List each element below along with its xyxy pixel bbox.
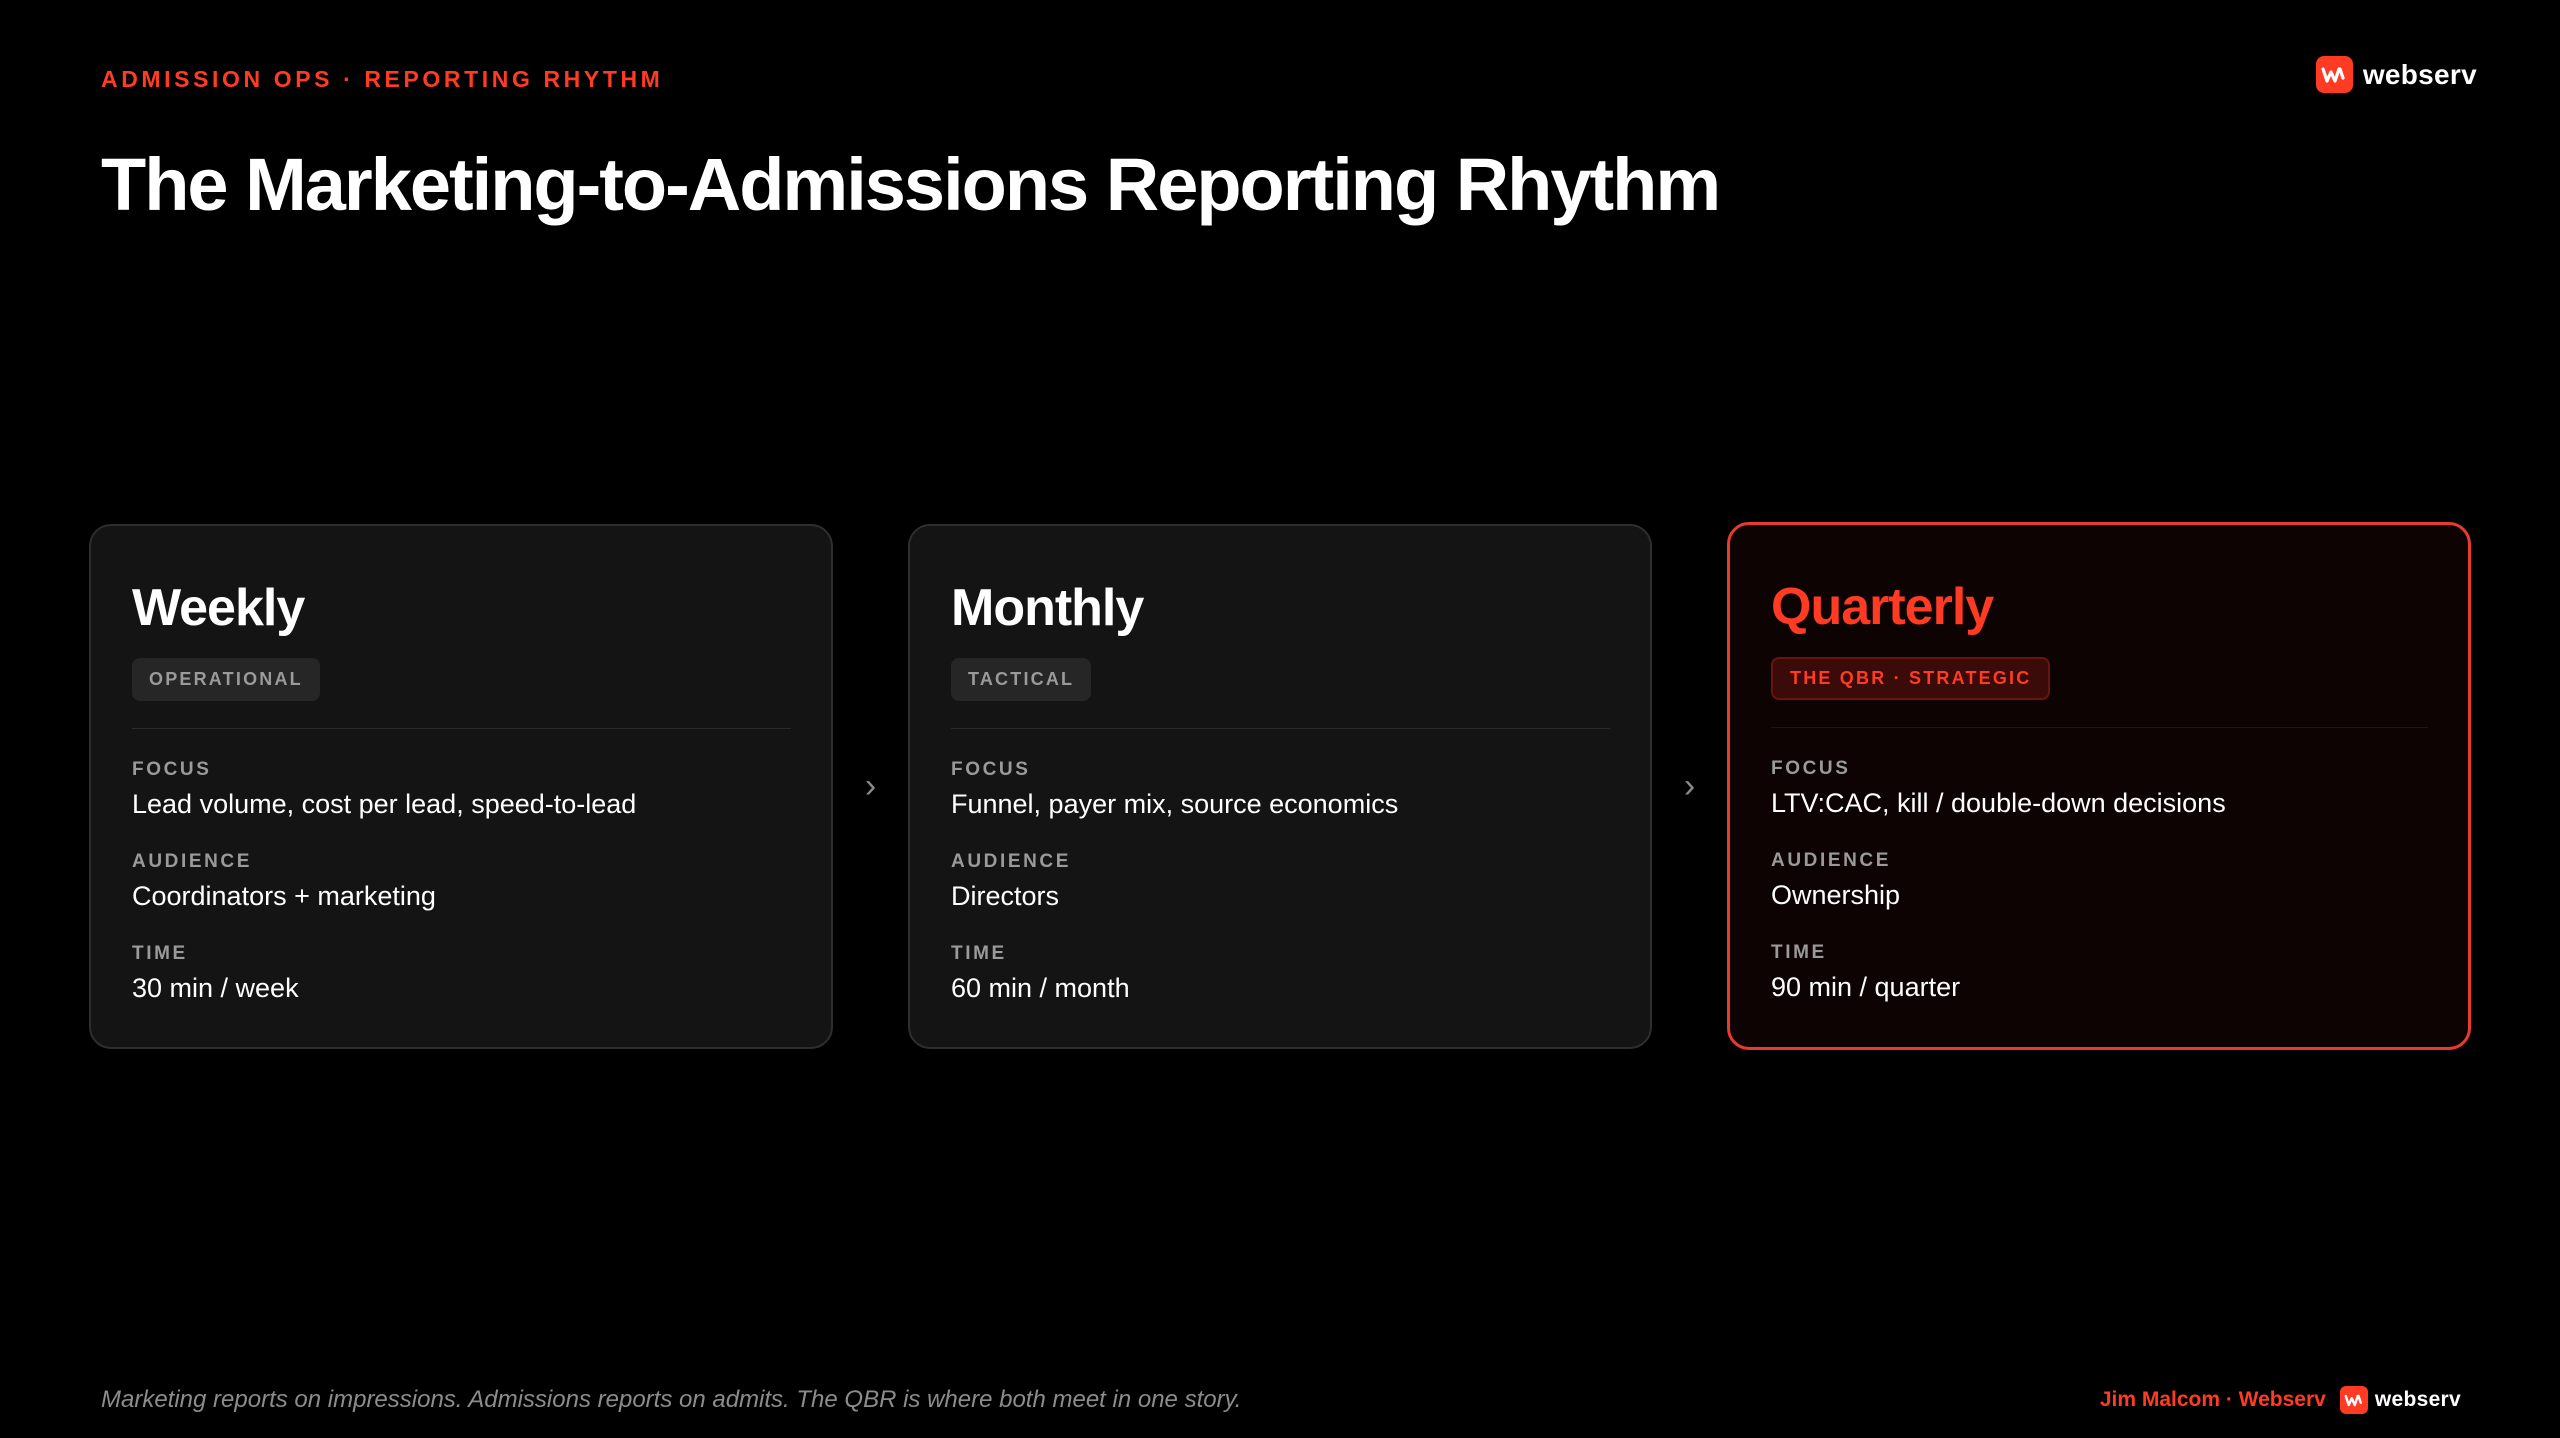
audience-label: AUDIENCE [951, 850, 1072, 872]
divider [132, 727, 791, 729]
rhythm-cards: Weekly OPERATIONAL FOCUS Lead volume, co… [89, 522, 2471, 1050]
audience-value: Ownership [1771, 880, 1901, 910]
footer-brand-name: webserv [2374, 1388, 2461, 1411]
audience-label: AUDIENCE [1771, 850, 1892, 871]
footer-logo: webserv [2339, 1386, 2461, 1414]
time-value: 60 min / month [951, 972, 1130, 1003]
brand-logo: webserv [2315, 56, 2477, 93]
card-weekly: Weekly OPERATIONAL FOCUS Lead volume, co… [89, 523, 833, 1049]
focus-value: Funnel, payer mix, source economics [951, 788, 1399, 819]
webserv-logo-icon [2315, 56, 2353, 93]
webserv-logo-icon [2339, 1386, 2368, 1414]
chevron-right-icon: › [864, 767, 877, 805]
focus-label: FOCUS [132, 758, 212, 780]
audience-value: Directors [951, 880, 1060, 911]
card-quarterly: Quarterly THE QBR · STRATEGIC FOCUS LTV:… [1727, 522, 2471, 1050]
focus-value: LTV:CAC, kill / double-down decisions [1771, 788, 2226, 818]
card-badge: TACTICAL [951, 657, 1092, 701]
focus-label: FOCUS [1771, 758, 1851, 779]
audience-label: AUDIENCE [132, 850, 253, 872]
footer-author: Jim Malcom · Webserv [2099, 1388, 2326, 1411]
card-badge: OPERATIONAL [132, 657, 320, 701]
card-title: Monthly [951, 578, 1144, 637]
card-monthly: Monthly TACTICAL FOCUS Funnel, payer mix… [908, 523, 1652, 1049]
divider [951, 727, 1610, 729]
footer-brand: Jim Malcom · Webserv webserv [2100, 1386, 2461, 1414]
card-badge: THE QBR · STRATEGIC [1771, 657, 2051, 700]
focus-value: Lead volume, cost per lead, speed-to-lea… [132, 788, 637, 819]
brand-name: webserv [2362, 58, 2477, 90]
focus-label: FOCUS [951, 758, 1031, 780]
footer-note: Marketing reports on impressions. Admiss… [101, 1386, 1242, 1413]
time-label: TIME [132, 942, 188, 964]
time-label: TIME [951, 942, 1007, 964]
audience-value: Coordinators + marketing [132, 880, 436, 911]
time-label: TIME [1771, 942, 1827, 963]
page-title: The Marketing-to-Admissions Reporting Rh… [101, 143, 1721, 226]
chevron-right-icon: › [1683, 767, 1696, 805]
card-title: Quarterly [1771, 578, 1994, 636]
card-title: Weekly [132, 578, 305, 637]
time-value: 30 min / week [132, 972, 299, 1003]
eyebrow-label: ADMISSION OPS · REPORTING RHYTHM [101, 66, 664, 92]
time-value: 90 min / quarter [1771, 972, 1961, 1002]
divider [1771, 727, 2428, 728]
